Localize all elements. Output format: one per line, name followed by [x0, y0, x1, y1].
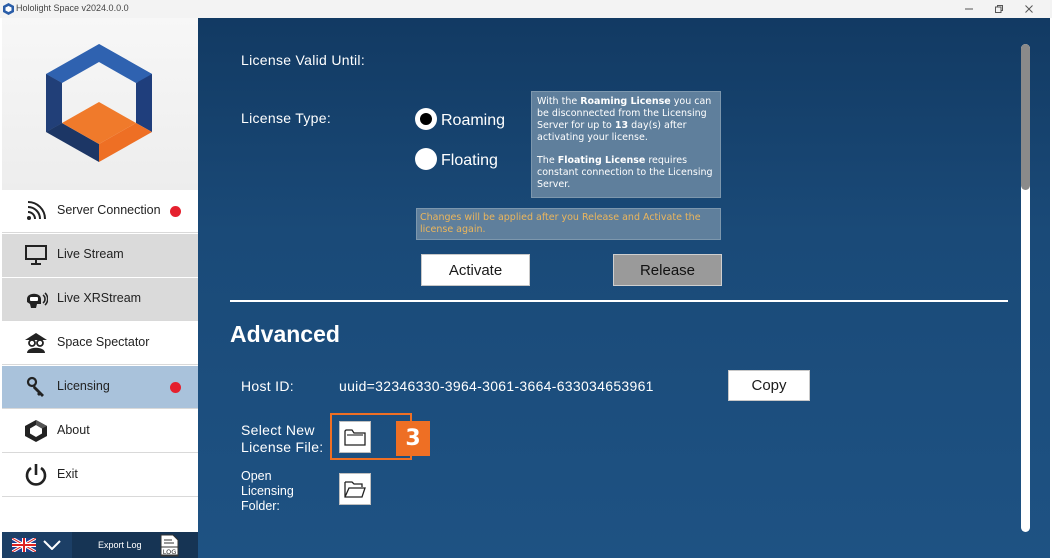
license-warning: Changes will be applied after you Releas…	[416, 208, 721, 240]
export-log-label: Export Log	[98, 540, 142, 550]
folder-icon	[344, 429, 366, 446]
section-divider	[230, 300, 1008, 302]
uk-flag-icon	[12, 538, 36, 552]
spectator-icon	[24, 331, 48, 355]
log-icon-text: LOG	[163, 548, 177, 556]
open-folder-label-line1: Open	[241, 469, 272, 483]
chevron-down-icon	[43, 540, 61, 550]
status-dot	[170, 206, 181, 217]
copy-host-id-button[interactable]: Copy	[728, 370, 810, 401]
sidebar-item-server-connection[interactable]: Server Connection	[2, 190, 198, 233]
step-number-badge: 3	[396, 421, 430, 456]
scrollbar-thumb[interactable]	[1021, 44, 1030, 190]
restore-icon	[995, 5, 1003, 13]
app-logo-icon	[3, 3, 14, 15]
sidebar-item-exit[interactable]: Exit	[2, 454, 198, 497]
key-icon	[24, 375, 48, 399]
sidebar-item-live-xrstream[interactable]: Live XRStream	[2, 278, 198, 321]
sidebar-item-space-spectator[interactable]: Space Spectator	[2, 322, 198, 365]
sidebar-footer: Export Log LOG	[2, 532, 198, 558]
sidebar-item-licensing[interactable]: Licensing	[2, 366, 198, 409]
sidebar: Server Connection Live Stream Live XRStr…	[2, 18, 198, 558]
status-dot	[170, 382, 181, 393]
signal-icon	[24, 199, 48, 223]
license-info-tooltip: With the Roaming License you can be disc…	[531, 91, 721, 198]
sidebar-item-label: Live XRStream	[57, 291, 142, 305]
sidebar-item-label: Exit	[57, 467, 78, 481]
open-folder-label-line2: Licensing	[241, 484, 294, 498]
activate-button[interactable]: Activate	[421, 254, 530, 286]
radio-floating[interactable]	[415, 148, 437, 170]
advanced-heading: Advanced	[230, 321, 340, 347]
radio-floating-label: Floating	[441, 152, 498, 169]
vertical-scrollbar[interactable]	[1021, 44, 1030, 532]
licensing-panel: License Valid Until: License Type: Roami…	[198, 18, 1050, 558]
open-folder-icon	[344, 481, 366, 498]
logo-area	[2, 18, 198, 190]
vr-headset-icon	[24, 287, 48, 311]
minimize-icon	[965, 8, 973, 10]
power-icon	[24, 463, 48, 487]
open-licensing-folder-button[interactable]	[339, 473, 371, 505]
close-button[interactable]	[1014, 0, 1044, 18]
sidebar-item-label: Licensing	[57, 379, 110, 393]
sidebar-item-label: Server Connection	[57, 203, 161, 217]
radio-roaming[interactable]	[415, 108, 437, 130]
maximize-button[interactable]	[984, 0, 1014, 18]
sidebar-item-label: Space Spectator	[57, 335, 150, 349]
log-file-icon: LOG	[160, 534, 179, 557]
radio-roaming-label: Roaming	[441, 112, 506, 129]
sidebar-item-label: About	[57, 423, 90, 437]
host-id-value: uuid=32346330-3964-3061-3664-63303465396…	[339, 378, 654, 394]
select-license-label-line2: License File:	[241, 439, 324, 455]
open-folder-label-line3: Folder:	[241, 499, 280, 513]
hololight-logo	[46, 44, 152, 162]
title-bar: Hololight Space v2024.0.0.0	[0, 0, 1052, 18]
roaming-info: With the Roaming License you can be disc…	[537, 96, 712, 143]
select-license-file-button[interactable]	[339, 421, 371, 453]
monitor-icon	[24, 243, 48, 267]
language-selector[interactable]	[2, 532, 70, 558]
sidebar-item-live-stream[interactable]: Live Stream	[2, 234, 198, 277]
host-id-label: Host ID:	[241, 378, 294, 394]
sidebar-item-about[interactable]: About	[2, 410, 198, 453]
release-button[interactable]: Release	[613, 254, 722, 286]
export-log-button[interactable]: Export Log LOG	[72, 532, 198, 558]
license-type-label: License Type:	[241, 110, 332, 126]
select-license-label-line1: Select New	[241, 422, 315, 438]
floating-info: The Floating License requires constant c…	[537, 155, 713, 190]
close-icon	[1025, 5, 1033, 13]
minimize-button[interactable]	[954, 0, 984, 18]
license-valid-until-label: License Valid Until:	[241, 52, 366, 68]
hololight-logo-icon	[24, 419, 48, 443]
sidebar-item-label: Live Stream	[57, 247, 124, 261]
window-title: Hololight Space v2024.0.0.0	[16, 3, 129, 13]
